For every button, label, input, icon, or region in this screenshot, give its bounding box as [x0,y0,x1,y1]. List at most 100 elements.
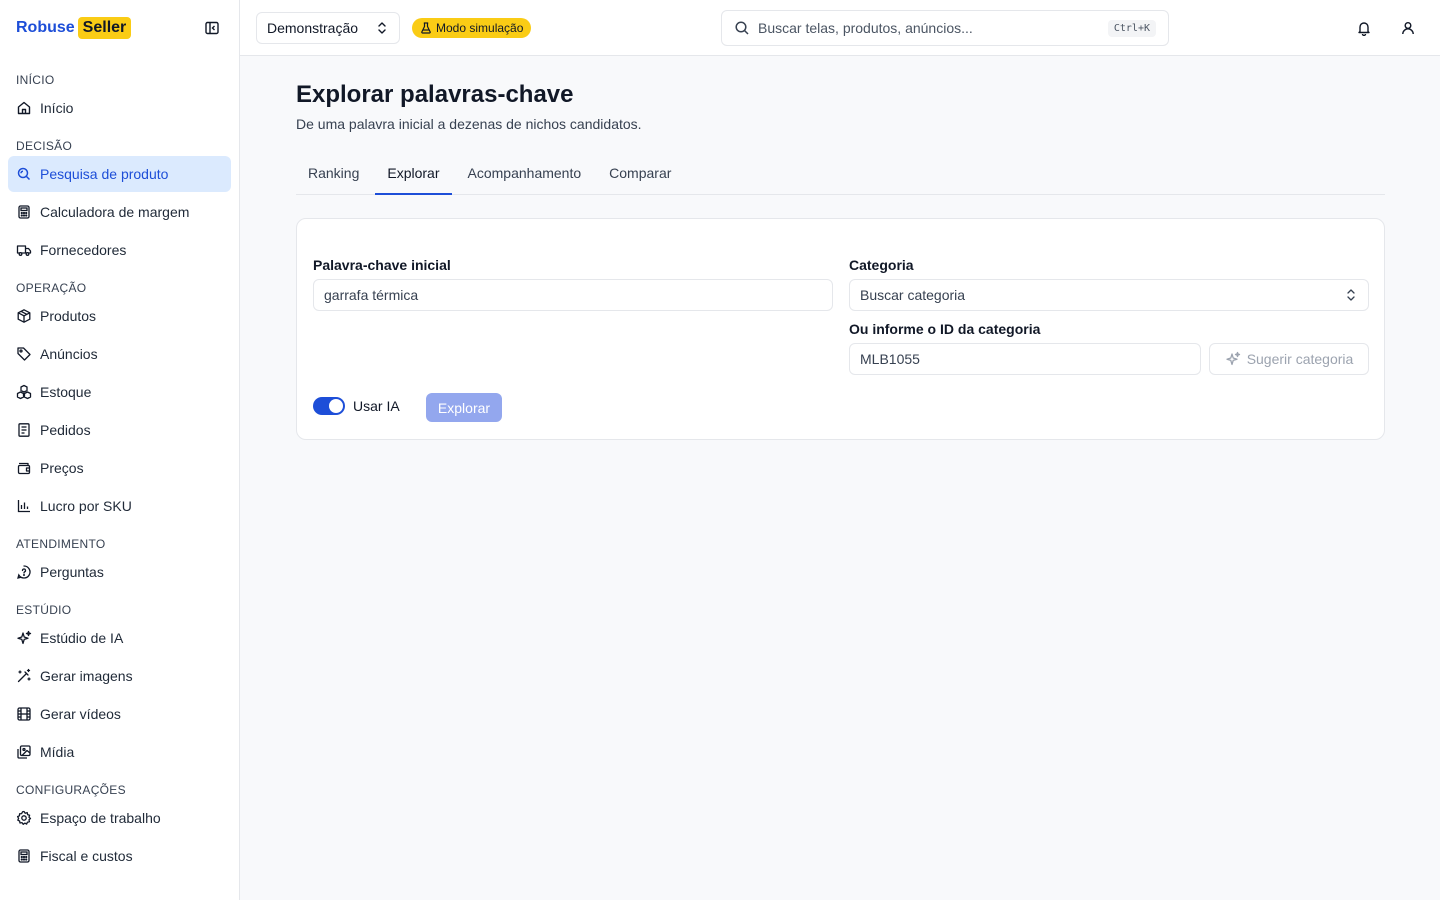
sidebar-item-estoque[interactable]: Estoque [8,374,231,410]
sidebar-item-label: Calculadora de margem [40,204,190,220]
sidebar-item-perguntas[interactable]: Perguntas [8,554,231,590]
sidebar-item-label: Preços [40,460,84,476]
brand-badge: Seller [77,17,132,39]
nav-group-decisao: DECISÃO Pesquisa de produto Calculadora … [8,136,231,268]
category-label: Categoria [849,257,914,273]
sidebar-item-gerar-videos[interactable]: Gerar vídeos [8,696,231,732]
sidebar-item-midia[interactable]: Mídia [8,734,231,770]
receipt-icon [18,423,30,437]
brand-name: Robuse [16,19,75,36]
user-menu-button[interactable] [1396,16,1420,40]
sidebar-item-label: Pedidos [40,422,91,438]
simulation-mode-label: Modo simulação [436,21,524,35]
sidebar-item-produtos[interactable]: Produtos [8,298,231,334]
nav-group-title: ESTÚDIO [16,603,72,617]
search-shortcut-hint: Ctrl+K [1107,19,1156,37]
nav-group-inicio: INÍCIO Início [8,70,231,126]
explore-button[interactable]: Explorar [426,393,502,422]
sidebar-item-label: Perguntas [40,564,104,580]
sidebar-item-pesquisa-de-produto[interactable]: Pesquisa de produto [8,156,231,192]
sidebar-item-anuncios[interactable]: Anúncios [8,336,231,372]
film-icon [17,707,31,721]
sidebar-item-fornecedores[interactable]: Fornecedores [8,232,231,268]
bell-icon [1358,22,1370,36]
sidebar-item-inicio[interactable]: Início [8,90,231,126]
search-icon [735,21,749,35]
chevrons-up-down-icon [378,22,386,34]
sparkles-icon [17,630,32,645]
sidebar-item-label: Anúncios [40,346,98,362]
topbar: Demonstração Modo simulação Ctrl+K [240,0,1440,56]
home-icon [17,101,31,115]
tab-ranking[interactable]: Ranking [296,158,371,195]
calculator-icon [18,849,30,863]
sidebar-item-fiscal-e-custos[interactable]: Fiscal e custos [8,838,231,874]
tab-explorar[interactable]: Explorar [375,158,452,195]
keyword-field[interactable] [313,279,833,311]
nav-group-title: CONFIGURAÇÕES [16,783,126,797]
sidebar: Robuse Seller INÍCIO Início DECISÃO Pesq… [0,0,240,900]
sidebar-item-label: Fornecedores [40,242,127,258]
use-ai-toggle[interactable] [313,397,345,415]
flask-icon [421,22,431,34]
sidebar-item-lucro-por-sku[interactable]: Lucro por SKU [8,488,231,524]
user-icon [1402,22,1414,35]
category-select-placeholder: Buscar categoria [860,287,966,303]
nav-group-estudio: ESTÚDIO Estúdio de IA Gerar imagens Gera… [8,600,231,770]
sidebar-item-gerar-imagens[interactable]: Gerar imagens [8,658,231,694]
global-search[interactable]: Ctrl+K [721,10,1169,46]
wallet-icon [17,462,31,475]
sidebar-nav: INÍCIO Início DECISÃO Pesquisa de produt… [0,56,239,874]
sidebar-collapse-button[interactable] [201,17,223,39]
question-message-icon [17,565,31,579]
workspace-select[interactable]: Demonstração [256,12,400,44]
sidebar-item-calculadora-de-margem[interactable]: Calculadora de margem [8,194,231,230]
sidebar-item-label: Estoque [40,384,92,400]
nav-group-operacao: OPERAÇÃO Produtos Anúncios Estoque Pedid… [8,278,231,524]
nav-group-atendimento: ATENDIMENTO Perguntas [8,534,231,590]
sidebar-item-label: Pesquisa de produto [40,166,169,182]
sidebar-item-label: Gerar vídeos [40,706,121,722]
sidebar-item-label: Produtos [40,308,97,324]
nav-group-title: OPERAÇÃO [16,281,87,295]
nav-group-title: INÍCIO [16,73,55,87]
nav-group-configuracoes: CONFIGURAÇÕES Espaço de trabalho Fiscal … [8,780,231,874]
tab-comparar[interactable]: Comparar [597,158,683,195]
sidebar-item-label: Início [40,100,74,116]
suggest-category-label: Sugerir categoria [1246,351,1354,367]
tab-acompanhamento[interactable]: Acompanhamento [456,158,594,195]
main-content: Explorar palavras-chave De uma palavra i… [296,80,1385,440]
sidebar-item-precos[interactable]: Preços [8,450,231,486]
suggest-category-button[interactable]: Sugerir categoria [1209,343,1369,375]
sidebar-item-label: Espaço de trabalho [40,810,161,826]
use-ai-toggle-group: Usar IA [313,397,400,415]
notifications-button[interactable] [1352,16,1376,40]
truck-icon [16,245,32,256]
search-input[interactable] [758,20,1100,36]
category-id-field[interactable] [849,343,1201,375]
nav-group-title: DECISÃO [16,139,73,153]
bar-chart-icon [17,500,30,513]
sparkles-icon [1226,351,1240,366]
keyword-input[interactable] [324,287,822,303]
search-zoom-icon [17,167,31,181]
magic-wand-icon [17,668,31,683]
sidebar-item-label: Estúdio de IA [40,630,124,646]
sidebar-item-espaco-de-trabalho[interactable]: Espaço de trabalho [8,800,231,836]
tabs: Ranking Explorar Acompanhamento Comparar [296,158,1385,195]
category-id-input[interactable] [860,351,1190,367]
simulation-mode-badge: Modo simulação [412,18,532,38]
keyword-label: Palavra-chave inicial [313,257,451,273]
sidebar-item-estudio-de-ia[interactable]: Estúdio de IA [8,620,231,656]
page-title: Explorar palavras-chave [296,81,574,108]
logo[interactable]: Robuse Seller [16,17,132,39]
nav-group-title: ATENDIMENTO [16,537,106,551]
sidebar-item-pedidos[interactable]: Pedidos [8,412,231,448]
category-select[interactable]: Buscar categoria [849,279,1369,311]
boxes-icon [16,384,32,400]
workspace-select-value: Demonstração [267,20,359,36]
sidebar-item-label: Fiscal e custos [40,848,133,864]
category-id-label: Ou informe o ID da categoria [849,321,1041,337]
panel-left-icon [205,21,219,35]
calculator-icon [18,205,30,219]
